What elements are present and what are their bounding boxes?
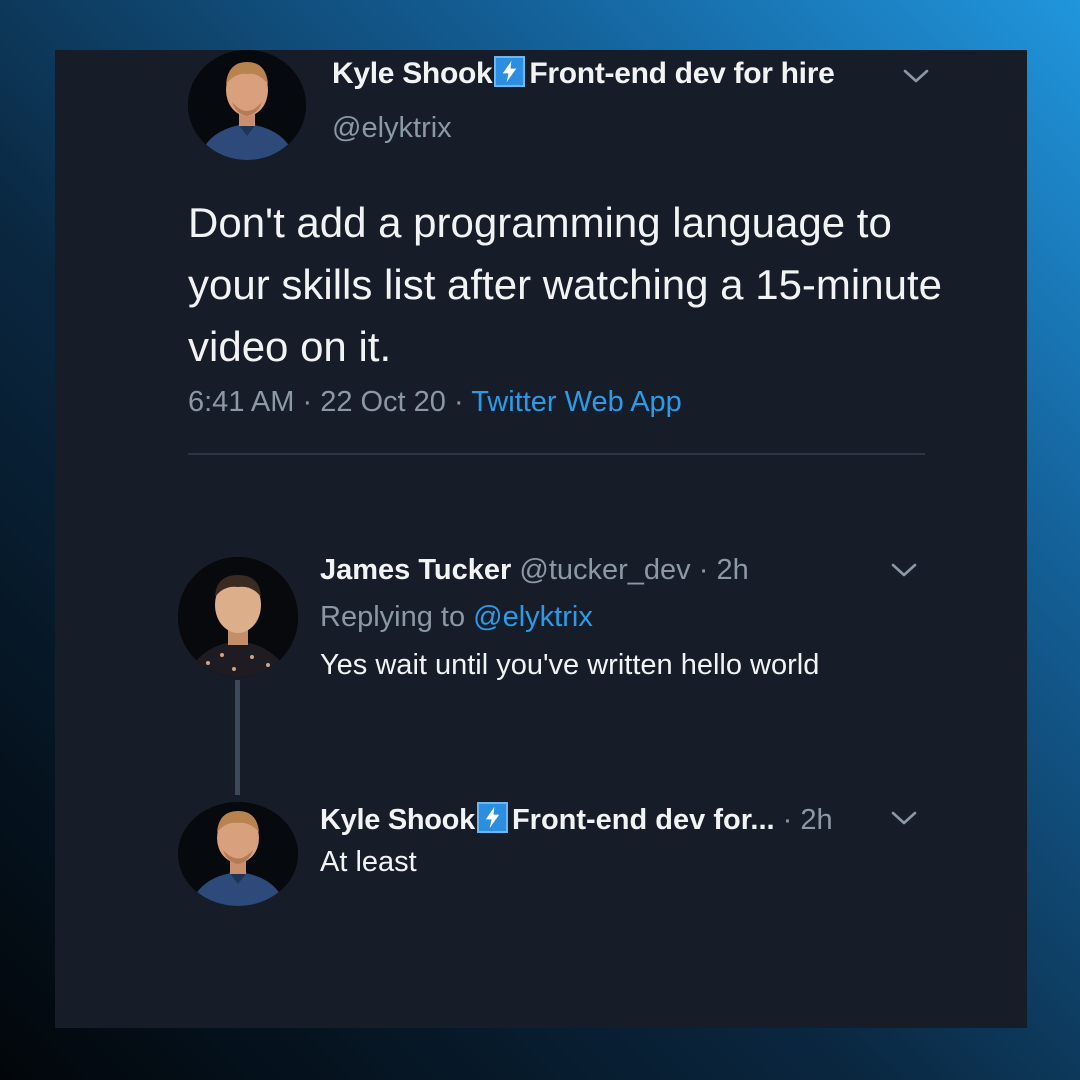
kyle-shook-avatar[interactable] <box>188 50 306 160</box>
replying-to-line: Replying to @elyktrix <box>320 601 593 634</box>
replying-to-handle-link[interactable]: @elyktrix <box>473 601 593 633</box>
tweet-meta: 6:41 AM · 22 Oct 20 · Twitter Web App <box>188 386 682 419</box>
lightning-bolt-icon <box>494 56 526 87</box>
reply2-text: At least <box>320 846 417 878</box>
reply2-author-name[interactable]: Kyle Shook <box>320 804 475 836</box>
chevron-down-icon[interactable] <box>903 68 929 84</box>
tweet-text: Don't add a programming language to your… <box>188 199 942 370</box>
tweet-date[interactable]: 22 Oct 20 <box>320 386 446 418</box>
reply2-time[interactable]: 2h <box>800 804 832 836</box>
author-handle[interactable]: @elyktrix <box>332 112 452 145</box>
reply2-author-name-suffix: Front-end dev for... <box>511 804 775 836</box>
avatar-image <box>178 802 298 906</box>
reply-author-handle[interactable]: @tucker_dev <box>519 554 690 586</box>
author-name[interactable]: Kyle Shook <box>332 57 493 90</box>
meta-separator: · <box>294 386 321 418</box>
author-name-suffix: Front-end dev for hire <box>529 57 835 90</box>
replying-to-prefix: Replying to <box>320 601 474 633</box>
tweet-time[interactable]: 6:41 AM <box>188 386 294 418</box>
chevron-down-icon[interactable] <box>891 810 917 826</box>
meta-separator: · <box>445 386 472 418</box>
james-tucker-avatar[interactable] <box>178 557 298 677</box>
lightning-bolt-icon <box>476 802 508 833</box>
tweet-thread-panel: Kyle Shook Front-end dev for hire @elyktr… <box>55 50 1027 1028</box>
meta-separator: · <box>690 554 717 586</box>
divider <box>188 453 925 455</box>
tweet-source-link[interactable]: Twitter Web App <box>471 386 682 418</box>
meta-separator: · <box>774 804 801 836</box>
chevron-down-icon[interactable] <box>891 562 917 578</box>
reply2-header: Kyle Shook Front-end dev for... · 2h <box>320 802 833 837</box>
kyle-shook-avatar[interactable] <box>178 802 298 906</box>
avatar-image <box>188 50 306 160</box>
author-name-line[interactable]: Kyle Shook Front-end dev for hire <box>332 56 835 91</box>
reply-text: Yes wait until you've written hello worl… <box>320 649 820 681</box>
reply-header: James Tucker @tucker_dev · 2h <box>320 554 749 587</box>
reply-time[interactable]: 2h <box>716 554 748 586</box>
reply-author-name[interactable]: James Tucker <box>320 554 511 586</box>
avatar-image <box>178 557 298 677</box>
thread-connector-line <box>235 680 240 795</box>
